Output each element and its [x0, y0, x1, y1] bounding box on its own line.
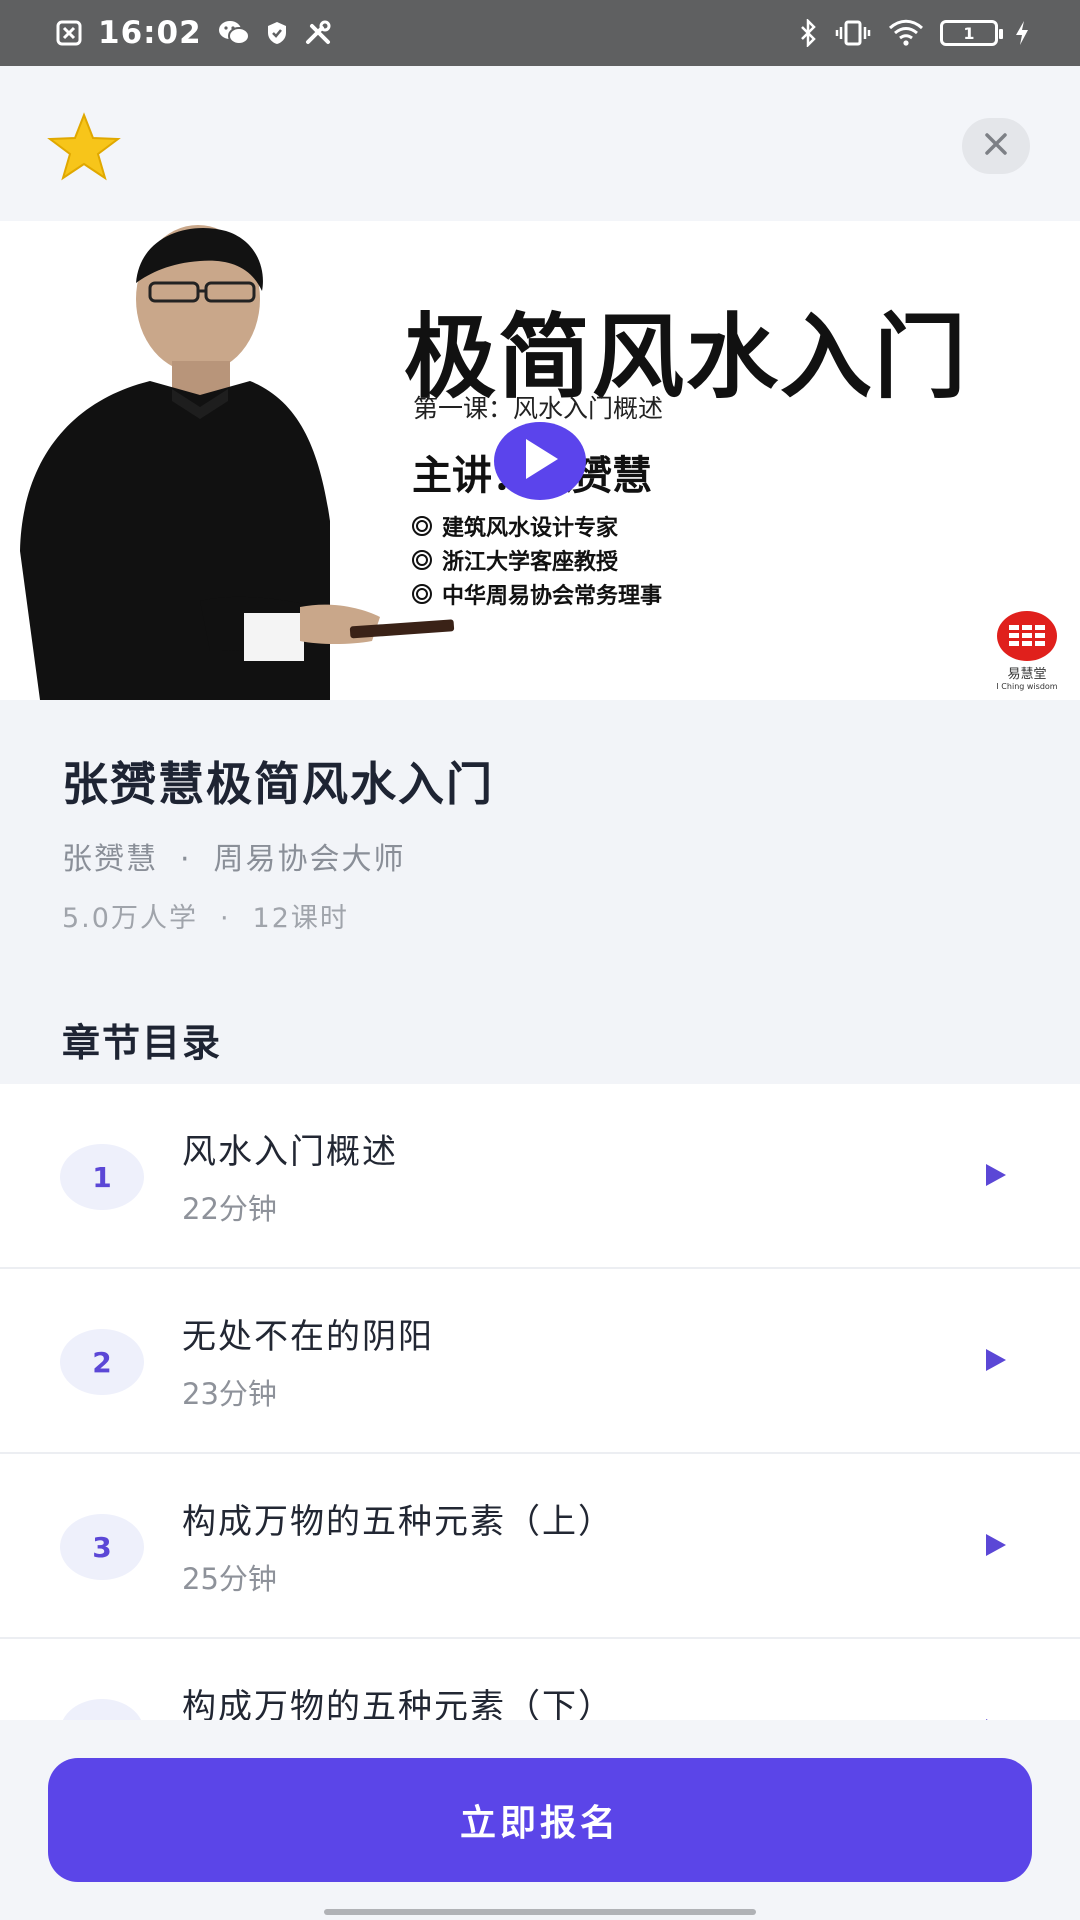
- chapter-title: 构成万物的五种元素（上）: [182, 1502, 614, 1542]
- wechat-icon: [218, 19, 250, 47]
- credential-item: 浙江大学客座教授: [412, 543, 662, 577]
- vibrate-icon: [834, 19, 872, 47]
- tools-icon: [304, 20, 334, 46]
- course-title: 张赟慧极简风水入门: [62, 757, 494, 811]
- play-icon[interactable]: [986, 1349, 1006, 1371]
- battery-level: 1: [963, 23, 975, 43]
- play-icon[interactable]: [986, 1534, 1006, 1556]
- chapter-duration: 25分钟: [182, 1562, 277, 1596]
- star-icon[interactable]: [46, 112, 122, 182]
- shield-icon: [266, 21, 288, 45]
- battery-icon: 1: [940, 20, 1003, 46]
- chapter-title: 构成万物的五种元素（下）: [182, 1687, 614, 1720]
- brand-logo-icon: [997, 611, 1057, 661]
- student-count: 5.0万人学: [62, 903, 198, 934]
- bottom-action-bar: 立即报名: [0, 1720, 1080, 1920]
- teacher-photo: [20, 225, 455, 700]
- chapter-item[interactable]: 2 无处不在的阴阳 23分钟: [0, 1269, 1080, 1454]
- credential-text: 中华周易协会常务理事: [442, 584, 663, 609]
- video-play-button[interactable]: [494, 422, 586, 500]
- bullet-icon: [412, 516, 432, 536]
- teacher-name: 张赟慧: [62, 842, 158, 877]
- lesson-count: 12课时: [252, 903, 349, 934]
- chapter-title: 风水入门概述: [182, 1132, 398, 1172]
- play-icon[interactable]: [986, 1164, 1006, 1186]
- chapter-item[interactable]: 1 风水入门概述 22分钟: [0, 1084, 1080, 1269]
- enroll-button[interactable]: 立即报名: [48, 1758, 1032, 1882]
- chapter-number: 1: [60, 1144, 144, 1210]
- credential-item: 建筑风水设计专家: [412, 509, 662, 543]
- course-cover-video[interactable]: 极简风水入门 第一课：风水入门概述 主讲：张赟慧 建筑风水设计专家 浙江大学客座…: [0, 221, 1080, 700]
- chapter-duration: 23分钟: [182, 1377, 277, 1411]
- credential-text: 浙江大学客座教授: [442, 550, 619, 575]
- close-icon: [983, 131, 1009, 161]
- separator: ·: [219, 903, 231, 934]
- chapter-title: 无处不在的阴阳: [182, 1317, 434, 1357]
- banner-lesson: 第一课：风水入门概述: [413, 394, 664, 423]
- close-box-icon: [56, 20, 82, 46]
- chapter-list: 1 风水入门概述 22分钟 2 无处不在的阴阳 23分钟 3 构成万物的五种元素…: [0, 1084, 1080, 1720]
- close-button[interactable]: [962, 118, 1030, 174]
- charging-icon: [1014, 20, 1030, 46]
- chapter-section-header: 章节目录: [62, 1021, 223, 1065]
- play-icon: [520, 437, 560, 485]
- separator: ·: [180, 842, 192, 877]
- status-bar: 16:02 1: [0, 0, 1080, 66]
- chapter-number: 2: [60, 1329, 144, 1395]
- bullet-icon: [412, 584, 432, 604]
- top-action-bar: [0, 66, 1080, 221]
- status-bar-right: 1: [798, 19, 1030, 47]
- course-stats-line: 5.0万人学 · 12课时: [62, 896, 349, 935]
- credential-text: 建筑风水设计专家: [442, 516, 619, 541]
- brand-logo: 易慧堂 I Ching wisdom: [992, 611, 1062, 691]
- chapter-item[interactable]: 3 构成万物的五种元素（上） 25分钟: [0, 1454, 1080, 1639]
- status-bar-left: 16:02: [56, 15, 334, 51]
- bluetooth-icon: [798, 19, 818, 47]
- bullet-icon: [412, 550, 432, 570]
- banner-credentials: 建筑风水设计专家 浙江大学客座教授 中华周易协会常务理事: [412, 509, 662, 611]
- wifi-icon: [888, 19, 924, 47]
- chapter-duration: 22分钟: [182, 1192, 277, 1226]
- brand-subtitle: I Ching wisdom: [996, 682, 1058, 691]
- credential-item: 中华周易协会常务理事: [412, 577, 662, 611]
- chapter-number: 4: [60, 1699, 144, 1720]
- home-indicator[interactable]: [324, 1909, 756, 1915]
- course-teacher-line: 张赟慧 · 周易协会大师: [62, 834, 406, 878]
- chapter-item[interactable]: 4 构成万物的五种元素（下）: [0, 1639, 1080, 1720]
- brand-name: 易慧堂: [1007, 667, 1047, 682]
- course-info: 张赟慧极简风水入门 张赟慧 · 周易协会大师 5.0万人学 · 12课时 章节目录: [0, 700, 1080, 1084]
- status-time: 16:02: [98, 15, 202, 51]
- chapter-number: 3: [60, 1514, 144, 1580]
- teacher-title: 周易协会大师: [213, 842, 406, 877]
